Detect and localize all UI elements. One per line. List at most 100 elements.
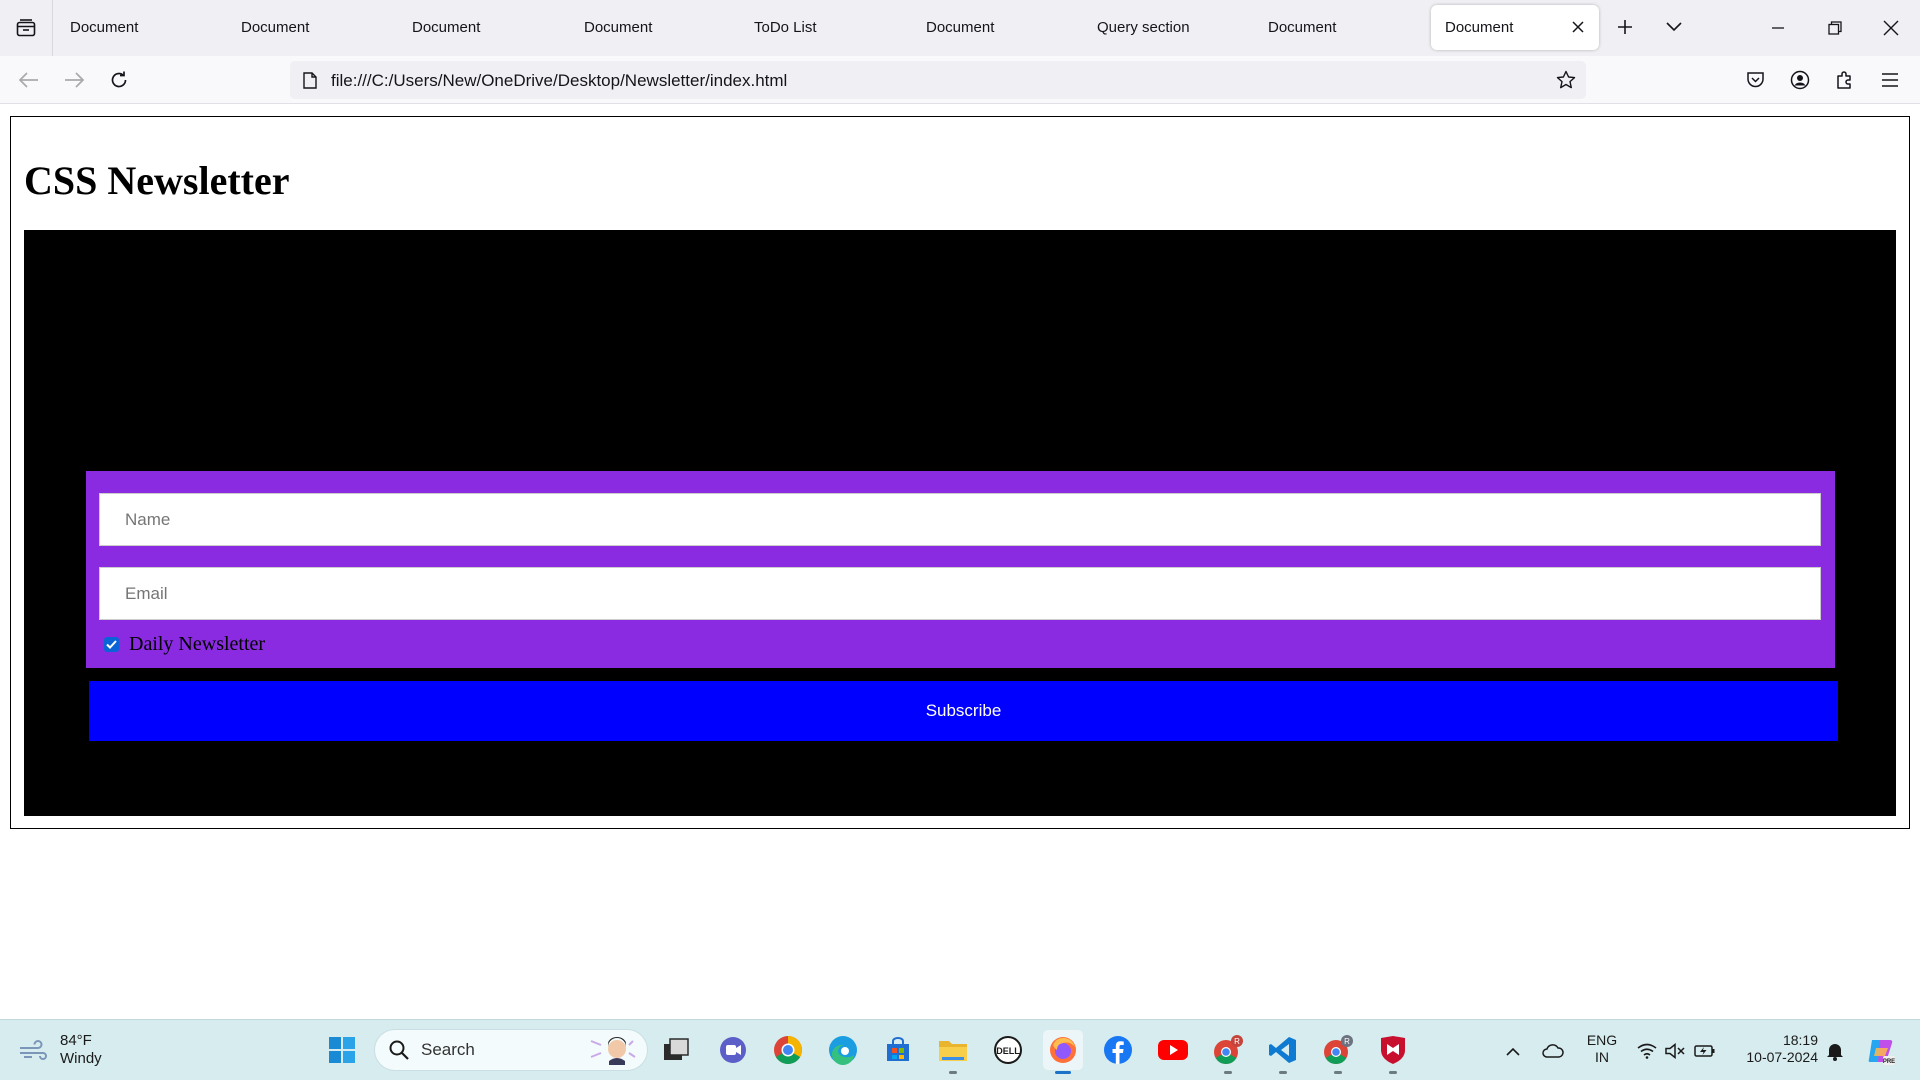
weather-description: Windy (60, 1050, 102, 1067)
store-icon (887, 1037, 909, 1061)
tab-document-6[interactable]: Document (1254, 5, 1422, 50)
search-label: Search (421, 1040, 475, 1059)
bookmark-button[interactable] (1554, 68, 1578, 92)
restore-icon (1828, 21, 1842, 35)
taskbar-meet[interactable] (713, 1030, 753, 1070)
copilot-icon: PRE (1868, 1040, 1895, 1065)
folder-icon (939, 1041, 967, 1061)
account-button[interactable] (1786, 66, 1814, 94)
page-viewport: CSS Newsletter Daily Newsletter Subscrib… (0, 105, 1920, 1019)
restore-button[interactable] (1815, 8, 1855, 48)
weather-widget[interactable]: 84°F Windy (18, 1030, 102, 1070)
new-tab-button[interactable] (1610, 12, 1640, 42)
taskbar-dell[interactable]: DELL (988, 1030, 1028, 1070)
onedrive-tray-button[interactable] (1542, 1040, 1564, 1062)
taskbar-mcafee[interactable] (1373, 1030, 1413, 1074)
tab-list-button[interactable] (0, 0, 53, 56)
video-meet-icon (720, 1037, 746, 1063)
chrome-profile-2-icon: R (1324, 1035, 1353, 1065)
taskbar-firefox[interactable] (1043, 1030, 1083, 1074)
daily-newsletter-option[interactable]: Daily Newsletter (104, 633, 265, 655)
tab-label: Document (1445, 19, 1514, 36)
arrow-right-icon (65, 72, 84, 88)
copilot-button[interactable]: PRE (1866, 1036, 1896, 1066)
vscode-icon (1269, 1037, 1296, 1063)
tab-document-3[interactable]: Document (398, 5, 566, 50)
address-bar[interactable]: file:///C:/Users/New/OneDrive/Desktop/Ne… (290, 61, 1586, 99)
tab-document-4[interactable]: Document (570, 5, 738, 50)
pocket-button[interactable] (1741, 66, 1769, 94)
running-indicator (1334, 1071, 1342, 1074)
firefox-icon (1050, 1037, 1076, 1063)
facebook-icon (1104, 1036, 1132, 1064)
clock-time: 18:19 (1782, 1032, 1818, 1048)
task-view-button[interactable] (656, 1030, 696, 1070)
wifi-tray-button[interactable] (1636, 1040, 1658, 1062)
newsletter-box: Daily Newsletter Subscribe (24, 230, 1896, 816)
menu-button[interactable] (1876, 66, 1904, 94)
tab-query-section[interactable]: Query section (1083, 5, 1251, 50)
notifications-button[interactable] (1824, 1040, 1846, 1062)
search-highlight-icon (590, 1037, 636, 1065)
running-indicator (1389, 1071, 1397, 1074)
tab-document-5[interactable]: Document (912, 5, 1080, 50)
tab-document-active[interactable]: Document (1431, 5, 1599, 50)
close-icon (1572, 21, 1584, 33)
close-window-button[interactable] (1871, 8, 1911, 48)
battery-tray-button[interactable] (1694, 1040, 1716, 1062)
taskbar-facebook[interactable] (1098, 1030, 1138, 1070)
start-button[interactable] (322, 1030, 362, 1070)
taskbar-chrome-profile-2[interactable]: R (1318, 1030, 1358, 1074)
taskbar-store[interactable] (878, 1030, 918, 1070)
mcafee-shield-icon (1381, 1036, 1405, 1064)
tab-bar: Document Document Document Document ToDo… (0, 0, 1920, 56)
extensions-button[interactable] (1831, 66, 1859, 94)
tab-todo-list[interactable]: ToDo List (740, 5, 908, 50)
taskbar-edge[interactable] (823, 1030, 863, 1070)
daily-newsletter-checkbox[interactable] (104, 636, 119, 652)
arrow-left-icon (19, 72, 38, 88)
cloud-icon (1542, 1044, 1564, 1058)
tab-document-2[interactable]: Document (227, 5, 395, 50)
close-icon (1883, 20, 1899, 36)
minimize-button[interactable] (1758, 8, 1798, 48)
taskbar-search[interactable]: Search (374, 1029, 648, 1071)
account-icon (1790, 70, 1810, 90)
back-button[interactable] (12, 63, 46, 97)
taskbar-youtube[interactable] (1153, 1030, 1193, 1070)
email-input[interactable] (99, 567, 1821, 620)
close-tab-button[interactable] (1569, 18, 1587, 36)
tab-label: Document (412, 19, 481, 36)
tab-label: Document (1268, 19, 1337, 36)
subscribe-button[interactable]: Subscribe (89, 681, 1838, 741)
chrome-profile-icon: R (1214, 1035, 1243, 1065)
hamburger-menu-icon (1882, 73, 1898, 87)
pocket-icon (1746, 72, 1764, 88)
tab-label: Document (241, 19, 310, 36)
taskbar-chrome-profile[interactable]: R (1208, 1030, 1248, 1074)
list-all-tabs-button[interactable] (1659, 12, 1689, 42)
taskbar: 84°F Windy Search DELL R R ENG IN 18:19 … (0, 1019, 1920, 1080)
running-indicator (949, 1071, 957, 1074)
clock[interactable]: 18:19 10-07-2024 (1728, 1032, 1818, 1066)
plus-icon (1618, 20, 1632, 34)
taskbar-chrome[interactable] (768, 1030, 808, 1070)
windows-start-icon (329, 1037, 355, 1063)
url-text[interactable]: file:///C:/Users/New/OneDrive/Desktop/Ne… (331, 71, 787, 91)
svg-text:R: R (1234, 1037, 1240, 1046)
taskbar-file-explorer[interactable] (933, 1030, 973, 1074)
forward-button[interactable] (57, 63, 91, 97)
language-indicator[interactable]: ENG IN (1582, 1032, 1622, 1066)
language-primary: ENG (1586, 1032, 1618, 1048)
reload-button[interactable] (102, 63, 136, 97)
taskbar-vscode[interactable] (1263, 1030, 1303, 1074)
tab-document-1[interactable]: Document (56, 5, 224, 50)
minimize-icon (1772, 27, 1784, 29)
volume-tray-button[interactable] (1664, 1040, 1686, 1062)
chevron-down-icon (1666, 22, 1682, 32)
show-hidden-icons-button[interactable] (1502, 1040, 1524, 1062)
page-container: CSS Newsletter Daily Newsletter Subscrib… (10, 116, 1910, 829)
name-input[interactable] (99, 493, 1821, 546)
running-indicator (1055, 1071, 1071, 1074)
running-indicator (1279, 1071, 1287, 1074)
